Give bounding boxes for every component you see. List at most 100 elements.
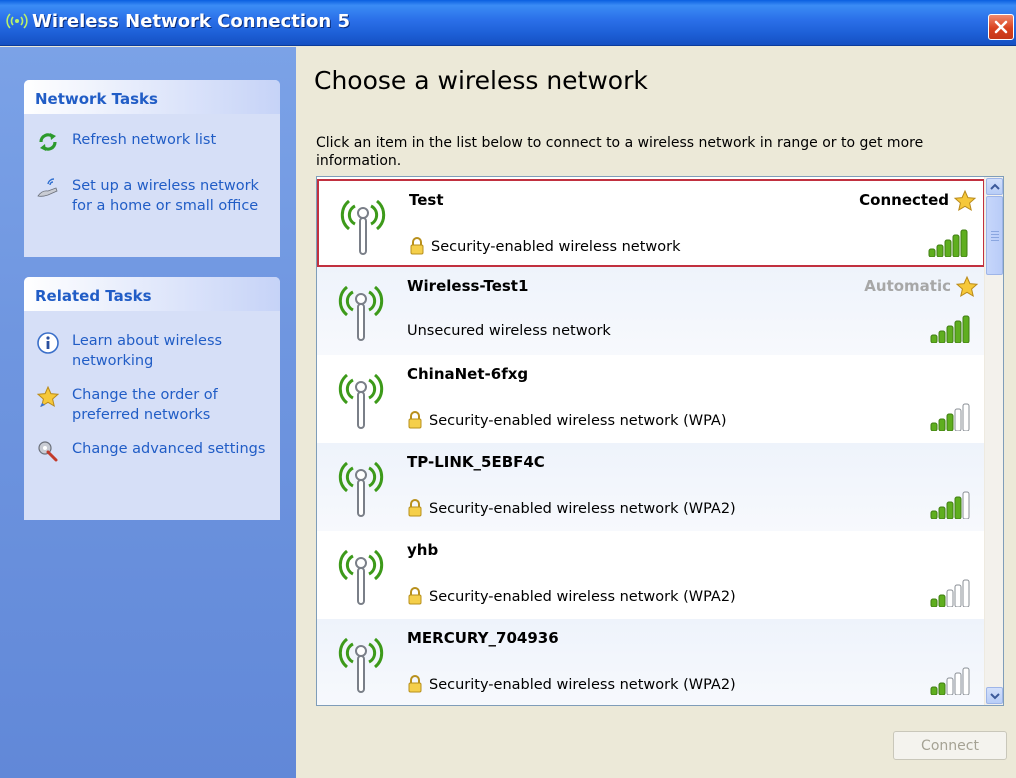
signal-strength-icon <box>930 579 970 607</box>
network-row[interactable]: MERCURY_704936 Security-enabled wireless … <box>317 619 985 705</box>
signal-bar <box>954 408 962 431</box>
antenna-icon <box>338 637 384 693</box>
learn-about-wireless-label: Learn about wireless networking <box>72 333 223 369</box>
signal-bar <box>930 422 938 431</box>
wireless-setup-icon <box>37 178 58 197</box>
antenna-icon <box>338 285 384 341</box>
signal-bar <box>938 330 946 343</box>
signal-bar <box>946 413 954 431</box>
signal-strength-icon <box>930 491 970 519</box>
signal-bar <box>930 686 938 695</box>
wireless-icon <box>6 13 28 29</box>
network-security-label: Security-enabled wireless network (WPA2) <box>429 677 736 693</box>
signal-bar <box>938 418 946 431</box>
network-row[interactable]: Test Security-enabled wireless network Con… <box>317 179 985 267</box>
network-name: TP-LINK_5EBF4C <box>407 453 545 471</box>
signal-bar <box>960 229 968 257</box>
scroll-up-button[interactable] <box>986 178 1003 195</box>
lock-icon <box>408 411 422 429</box>
setup-wireless-network-label: Set up a wireless network for a home or … <box>72 178 259 214</box>
network-security-label: Security-enabled wireless network (WPA) <box>429 413 727 429</box>
change-preferred-order-link[interactable]: Change the order of preferred networks <box>24 385 280 427</box>
network-list[interactable]: Test Security-enabled wireless network Con… <box>316 176 1004 706</box>
related-tasks-panel: Related Tasks Learn about wireless netwo… <box>24 277 280 520</box>
network-name: yhb <box>407 541 439 559</box>
network-row[interactable]: Wireless-Test1 Unsecured wireless network… <box>317 267 985 355</box>
signal-bar <box>962 315 970 343</box>
signal-bar <box>954 496 962 519</box>
signal-bar <box>946 325 954 343</box>
signal-bar <box>946 501 954 519</box>
learn-about-wireless-link[interactable]: Learn about wireless networking <box>24 331 280 373</box>
signal-bar <box>930 334 938 343</box>
refresh-network-list-link[interactable]: Refresh network list <box>24 130 280 170</box>
signal-bar <box>962 491 970 519</box>
refresh-icon <box>39 133 57 151</box>
network-security: Security-enabled wireless network (WPA) <box>407 411 726 429</box>
network-row[interactable]: yhb Security-enabled wireless network (WP… <box>317 531 985 619</box>
info-icon <box>37 332 59 354</box>
network-name: ChinaNet-6fxg <box>407 365 529 383</box>
wireless-network-window: Wireless Network Connection 5 Network Ta… <box>0 0 1016 778</box>
scrollbar[interactable] <box>984 177 1003 705</box>
network-security: Security-enabled wireless network (WPA2) <box>407 675 736 693</box>
signal-strength-icon <box>930 667 970 695</box>
preferred-star-icon <box>955 275 979 298</box>
network-status: Automatic <box>864 277 951 295</box>
scroll-thumb[interactable] <box>986 196 1003 275</box>
network-security: Security-enabled wireless network <box>409 237 681 255</box>
lock-icon <box>408 587 422 605</box>
task-pane: Network Tasks Refresh network list Set u… <box>0 47 296 778</box>
signal-bar <box>946 677 954 695</box>
change-preferred-order-label: Change the order of preferred networks <box>72 387 218 423</box>
network-name: Wireless-Test1 <box>407 277 529 295</box>
network-tasks-header: Network Tasks <box>24 80 280 114</box>
antenna-icon <box>338 461 384 517</box>
close-icon <box>994 20 1008 34</box>
antenna-icon <box>338 373 384 429</box>
network-row[interactable]: TP-LINK_5EBF4C Security-enabled wireless … <box>317 443 985 531</box>
setup-wireless-network-link[interactable]: Set up a wireless network for a home or … <box>24 176 280 216</box>
page-title: Choose a wireless network <box>314 66 648 95</box>
signal-bar <box>962 667 970 695</box>
antenna-icon <box>340 199 386 255</box>
lock-icon <box>410 237 424 255</box>
signal-bar <box>930 598 938 607</box>
related-tasks-header: Related Tasks <box>24 277 280 311</box>
network-tasks-panel: Network Tasks Refresh network list Set u… <box>24 80 280 257</box>
network-status: Connected <box>859 191 949 209</box>
connect-button[interactable]: Connect <box>893 731 1007 760</box>
change-advanced-settings-link[interactable]: Change advanced settings <box>24 439 280 462</box>
network-row[interactable]: ChinaNet-6fxg Security-enabled wireless n… <box>317 355 985 443</box>
signal-strength-icon <box>930 315 970 343</box>
scroll-down-button[interactable] <box>986 687 1003 704</box>
chevron-down-icon <box>989 692 1000 699</box>
signal-bar <box>936 244 944 257</box>
close-button[interactable] <box>988 14 1014 40</box>
signal-bar <box>938 506 946 519</box>
signal-bar <box>928 248 936 257</box>
chevron-up-icon <box>989 183 1000 190</box>
signal-bar <box>962 579 970 607</box>
signal-bar <box>952 234 960 257</box>
signal-bar <box>938 682 946 695</box>
refresh-network-list-label: Refresh network list <box>72 132 217 148</box>
change-advanced-settings-label: Change advanced settings <box>72 441 266 457</box>
signal-strength-icon <box>928 229 968 257</box>
signal-bar <box>938 594 946 607</box>
signal-bar <box>930 510 938 519</box>
network-security-label: Security-enabled wireless network (WPA2) <box>429 501 736 517</box>
signal-bar <box>954 320 962 343</box>
antenna-icon <box>338 549 384 605</box>
signal-bar <box>946 589 954 607</box>
network-name: MERCURY_704936 <box>407 629 559 647</box>
network-security-label: Unsecured wireless network <box>407 323 611 339</box>
network-security: Security-enabled wireless network (WPA2) <box>407 499 736 517</box>
signal-bar <box>954 584 962 607</box>
signal-bar <box>954 672 962 695</box>
title-bar[interactable]: Wireless Network Connection 5 <box>0 0 1016 46</box>
network-security: Security-enabled wireless network (WPA2) <box>407 587 736 605</box>
lock-icon <box>408 499 422 517</box>
star-icon <box>36 385 60 408</box>
network-security-label: Security-enabled wireless network (WPA2) <box>429 589 736 605</box>
